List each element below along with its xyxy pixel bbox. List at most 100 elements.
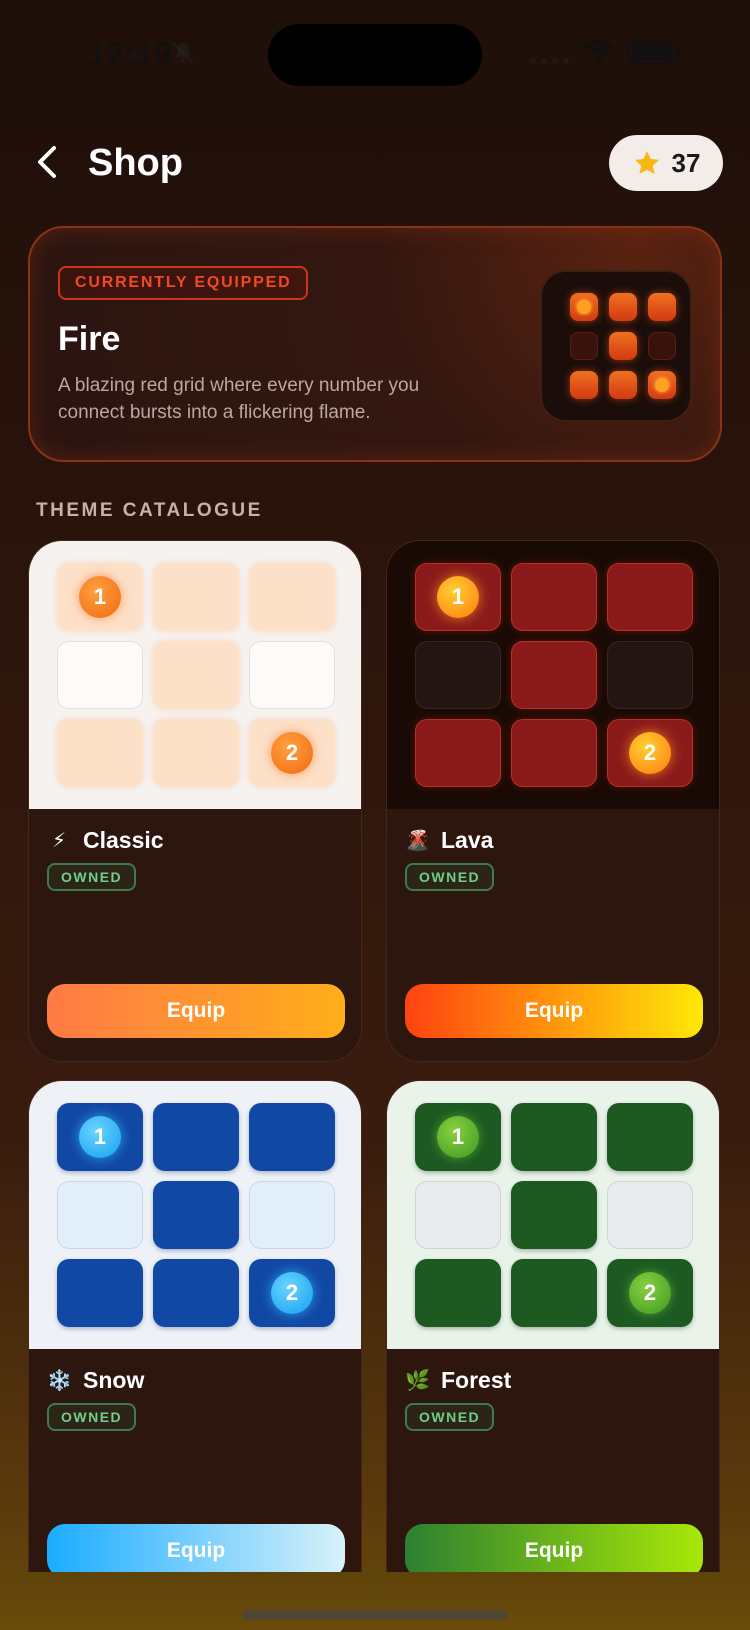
preview-cell [609, 371, 637, 399]
fire-theme-preview [540, 270, 692, 422]
preview-cell [609, 293, 637, 321]
volcano-icon: 🌋 [405, 830, 430, 852]
theme-card-body: 🌋 Lava OWNED Equip [387, 809, 719, 1061]
start-number: 1 [79, 1116, 121, 1158]
owned-badge: OWNED [47, 1403, 137, 1431]
status-bar: 12:19 [0, 0, 750, 110]
owned-badge: OWNED [405, 1403, 495, 1431]
grid-cell [57, 1181, 143, 1249]
preview-cell [570, 371, 598, 399]
back-chevron-icon[interactable] [30, 140, 70, 184]
grid-cell [249, 641, 335, 709]
grid-cell [249, 563, 335, 631]
wifi-icon [583, 40, 615, 64]
theme-preview-grid: 1 2 [29, 541, 361, 809]
grid-cell [511, 1259, 597, 1327]
theme-card-lava[interactable]: 1 2 🌋 Lava OWNED Equip [386, 540, 720, 1062]
end-number: 2 [629, 1272, 671, 1314]
grid-cell [57, 1259, 143, 1327]
theme-card-classic[interactable]: 1 2 ⚡ Classic OWNED Equip [28, 540, 362, 1062]
star-icon [634, 151, 659, 174]
theme-card-body: ⚡ Classic OWNED Equip [29, 809, 361, 1061]
end-number: 2 [271, 732, 313, 774]
currently-equipped-badge: CURRENTLY EQUIPPED [58, 266, 309, 300]
grid-cell: 1 [415, 1103, 501, 1171]
preview-cell [648, 332, 676, 360]
equip-button-classic[interactable]: Equip [47, 984, 345, 1038]
grid-cell: 1 [57, 563, 143, 631]
dynamic-island [268, 24, 482, 86]
grid-cell [153, 1259, 239, 1327]
start-number: 1 [79, 576, 121, 618]
leaf-icon: 🌿 [405, 1370, 430, 1392]
equip-button-lava[interactable]: Equip [405, 984, 703, 1038]
grid-cell [607, 1103, 693, 1171]
preview-cell [609, 332, 637, 360]
grid-cell [511, 1181, 597, 1249]
header: Shop 37 [0, 130, 750, 200]
owned-badge: OWNED [47, 863, 137, 891]
battery-icon [628, 40, 681, 64]
grid-cell [415, 719, 501, 787]
theme-card-snow[interactable]: 1 2 ❄️ Snow OWNED Equip [28, 1080, 362, 1602]
equip-button-snow[interactable]: Equip [47, 1524, 345, 1578]
grid-cell [607, 641, 693, 709]
grid-cell [249, 1181, 335, 1249]
grid-cell: 2 [607, 1259, 693, 1327]
grid-cell [415, 1259, 501, 1327]
theme-name: Forest [441, 1367, 512, 1393]
grid-cell [153, 1181, 239, 1249]
grid-cell: 2 [249, 1259, 335, 1327]
end-number: 2 [271, 1272, 313, 1314]
owned-badge: OWNED [405, 863, 495, 891]
grid-cell [153, 1103, 239, 1171]
lightning-icon: ⚡ [51, 830, 67, 852]
theme-card-forest[interactable]: 1 2 🌿 Forest OWNED Equip [386, 1080, 720, 1602]
grid-cell [57, 641, 143, 709]
snowflake-icon: ❄️ [47, 1370, 72, 1392]
grid-cell [511, 1103, 597, 1171]
preview-cell [648, 293, 676, 321]
theme-title: ❄️ Snow [47, 1367, 144, 1394]
start-number: 1 [437, 1116, 479, 1158]
theme-name: Snow [83, 1367, 145, 1393]
bell-slash-icon [172, 42, 194, 64]
theme-name: Classic [83, 827, 164, 853]
start-number: 1 [437, 576, 479, 618]
star-count: 37 [671, 147, 701, 178]
theme-card-body: ❄️ Snow OWNED Equip [29, 1349, 361, 1601]
preview-cell [570, 293, 598, 321]
grid-cell [415, 641, 501, 709]
grid-cell [511, 563, 597, 631]
grid-cell: 2 [607, 719, 693, 787]
cellular-signal-icon [530, 58, 569, 64]
grid-cell [153, 641, 239, 709]
theme-title: 🌋 Lava [405, 827, 493, 854]
grid-cell [415, 1181, 501, 1249]
home-indicator[interactable] [242, 1610, 508, 1620]
grid-cell [511, 719, 597, 787]
theme-preview-grid: 1 2 [387, 1081, 719, 1349]
grid-cell: 1 [57, 1103, 143, 1171]
theme-name: Lava [441, 827, 494, 853]
grid-cell [607, 563, 693, 631]
grid-cell [511, 641, 597, 709]
grid-cell: 1 [415, 563, 501, 631]
page-title: Shop [88, 142, 183, 184]
equipped-theme-name: Fire [58, 320, 121, 358]
preview-cell [570, 332, 598, 360]
star-balance-pill[interactable]: 37 [609, 135, 723, 191]
grid-cell [57, 719, 143, 787]
grid-cell [607, 1181, 693, 1249]
equipped-theme-card: CURRENTLY EQUIPPED Fire A blazing red gr… [28, 226, 722, 462]
theme-title: ⚡ Classic [47, 827, 164, 854]
bottom-safe-area [0, 1572, 750, 1630]
grid-cell [153, 563, 239, 631]
grid-cell [249, 1103, 335, 1171]
theme-card-body: 🌿 Forest OWNED Equip [387, 1349, 719, 1601]
grid-cell: 2 [249, 719, 335, 787]
grid-cell [153, 719, 239, 787]
clock-time: 12:19 [88, 36, 173, 72]
equip-button-forest[interactable]: Equip [405, 1524, 703, 1578]
section-label-theme-catalogue: THEME CATALOGUE [36, 500, 263, 521]
